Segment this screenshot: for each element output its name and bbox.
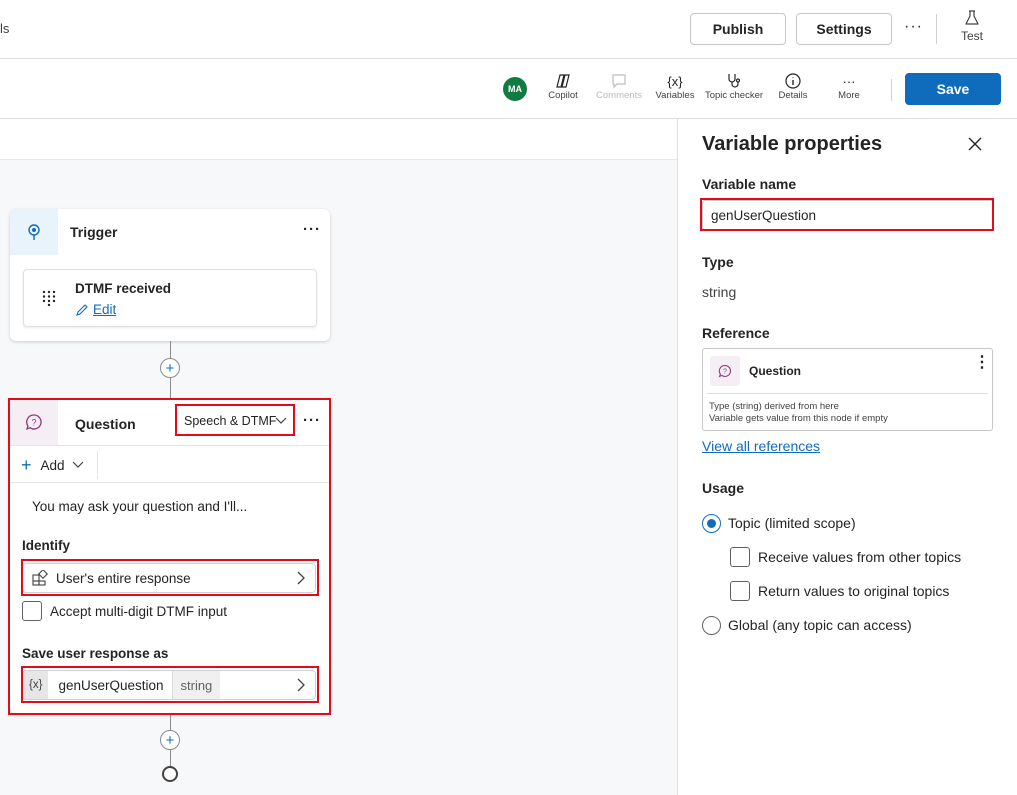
variables-icon: {x}: [667, 73, 683, 89]
more-icon: ···: [842, 73, 856, 89]
trigger-icon: [28, 224, 40, 240]
return-values-checkbox[interactable]: [730, 581, 750, 601]
more-button[interactable]: ··· More: [817, 72, 881, 102]
topic-scope-label: Topic (limited scope): [728, 515, 856, 531]
dtmf-received-card[interactable]: DTMF received Edit: [23, 269, 317, 327]
topic-scope-radio[interactable]: [702, 514, 721, 533]
highlight-input-mode: [175, 404, 295, 436]
variables-label: Variables: [655, 90, 695, 101]
edit-link[interactable]: Edit: [75, 302, 116, 317]
editor-toolbar: MA Copilot Comments {x} Variables Topic …: [0, 59, 1017, 119]
copilot-label: Copilot: [548, 90, 578, 101]
highlight-identify-field: [21, 559, 319, 596]
trigger-node[interactable]: Trigger ··· DTMF received Edit: [10, 209, 330, 341]
topic-checker-button[interactable]: Topic checker: [702, 72, 766, 101]
panel-title: Variable properties: [702, 133, 883, 155]
comment-icon: [612, 74, 626, 89]
view-all-references-link[interactable]: View all references: [702, 438, 820, 454]
divider: [891, 79, 892, 101]
close-icon[interactable]: [968, 137, 982, 151]
flask-icon: [965, 10, 979, 25]
dialpad-icon: [42, 290, 56, 306]
question-bubble-icon: ?: [718, 365, 731, 378]
add-node-button[interactable]: +: [160, 358, 180, 378]
add-node-button[interactable]: +: [160, 730, 180, 750]
test-label: Test: [960, 29, 983, 43]
more-options-button[interactable]: ···: [904, 18, 923, 36]
dtmf-received-title: DTMF received: [75, 281, 172, 296]
comments-label: Comments: [596, 90, 642, 101]
stethoscope-icon: [728, 74, 741, 88]
reference-line-1: Type (string) derived from here: [709, 401, 839, 412]
question-icon-tile: ?: [710, 356, 740, 386]
end-node: [162, 766, 178, 782]
global-scope-label: Global (any topic can access): [728, 617, 912, 633]
more-label: More: [838, 90, 860, 101]
highlight-variable-name: [700, 198, 994, 231]
edit-label: Edit: [93, 302, 117, 317]
settings-button[interactable]: Settings: [796, 13, 892, 45]
reference-card[interactable]: ? Question ⋮ Type (string) derived from …: [702, 348, 993, 431]
trigger-icon-tile: [10, 209, 58, 255]
variable-name-label: Variable name: [702, 176, 797, 192]
variable-properties-panel: Variable properties Variable name genUse…: [678, 119, 1017, 795]
highlight-save-variable: [21, 666, 319, 703]
type-label: Type: [702, 254, 734, 270]
variables-button[interactable]: {x} Variables: [643, 72, 707, 102]
reference-line-2: Variable gets value from this node if em…: [709, 413, 888, 424]
global-scope-radio[interactable]: [702, 616, 721, 635]
info-icon: [785, 73, 801, 89]
test-button[interactable]: Test: [952, 10, 992, 43]
topic-checker-label: Topic checker: [704, 90, 764, 101]
trigger-title: Trigger: [70, 224, 118, 240]
canvas-header-band: [0, 119, 677, 160]
reference-node-title: Question: [749, 364, 802, 378]
divider: [936, 14, 937, 44]
receive-values-label: Receive values from other topics: [758, 549, 962, 565]
avatar[interactable]: MA: [503, 77, 527, 101]
details-button[interactable]: Details: [761, 72, 825, 101]
trigger-more-button[interactable]: ···: [303, 221, 321, 238]
divider: [707, 393, 988, 394]
type-value: string: [702, 284, 737, 300]
svg-text:?: ?: [723, 369, 727, 376]
usage-label: Usage: [702, 480, 745, 496]
top-bar: ls Publish Settings ··· Test: [0, 0, 1017, 59]
reference-label: Reference: [702, 325, 770, 341]
details-label: Details: [778, 90, 808, 101]
publish-button[interactable]: Publish: [690, 13, 786, 45]
copilot-icon: [556, 74, 570, 88]
authoring-canvas[interactable]: Trigger ··· DTMF received Edit + ? Quest…: [0, 119, 678, 795]
breadcrumb[interactable]: ls: [0, 21, 9, 36]
copilot-button[interactable]: Copilot: [531, 72, 595, 101]
return-values-label: Return values to original topics: [758, 583, 950, 599]
pencil-icon: [76, 303, 88, 316]
reference-more-button[interactable]: ⋮: [974, 355, 990, 371]
save-button[interactable]: Save: [905, 73, 1001, 105]
receive-values-checkbox[interactable]: [730, 547, 750, 567]
comments-button[interactable]: Comments: [587, 72, 651, 101]
